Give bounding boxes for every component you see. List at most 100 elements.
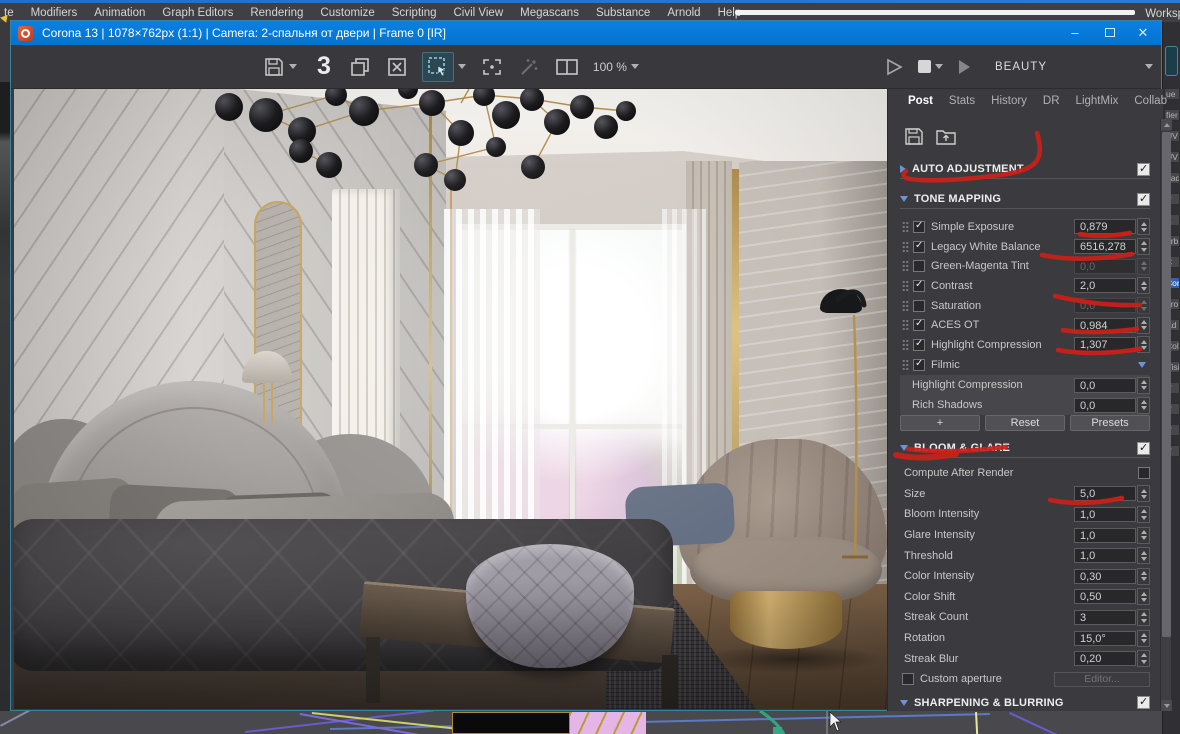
- start-render-button[interactable]: [884, 57, 904, 77]
- pixel-focus-button[interactable]: [481, 57, 503, 77]
- drag-handle-icon[interactable]: [902, 221, 909, 233]
- minimize-button[interactable]: –: [1059, 21, 1091, 45]
- value-field-saturation[interactable]: 0,0: [1074, 298, 1136, 313]
- value-field-streak-count[interactable]: 3: [1074, 610, 1136, 625]
- spinner-aces-ot[interactable]: [1137, 317, 1150, 334]
- clear-buffer-button[interactable]: [386, 57, 408, 77]
- value-field-bloom-intensity[interactable]: 1,0: [1074, 507, 1136, 522]
- spinner-simple-exposure[interactable]: [1137, 218, 1150, 235]
- expand-arrow-icon[interactable]: [900, 700, 908, 706]
- value-field-highlight-compression[interactable]: 0,0: [1074, 378, 1136, 393]
- duplicate-buffer-button[interactable]: [349, 57, 371, 77]
- spinner-glare-intensity[interactable]: [1137, 527, 1150, 544]
- pass-dropdown-caret[interactable]: [1145, 64, 1153, 69]
- value-field-highlight-compression[interactable]: 1,307: [1074, 337, 1136, 352]
- value-field-rich-shadows[interactable]: 0,0: [1074, 398, 1136, 413]
- drag-handle-icon[interactable]: [902, 241, 909, 253]
- button-presets[interactable]: Presets: [1070, 415, 1150, 431]
- expand-arrow-icon[interactable]: [900, 196, 908, 202]
- spinner-contrast[interactable]: [1137, 277, 1150, 294]
- menu-civil-view[interactable]: Civil View: [454, 7, 504, 19]
- value-field-glare-intensity[interactable]: 1,0: [1074, 528, 1136, 543]
- checkbox-highlight-compression[interactable]: [913, 339, 925, 351]
- tab-lightmix[interactable]: LightMix: [1076, 95, 1119, 107]
- save-dropdown-caret[interactable]: [289, 64, 297, 69]
- value-field-green-magenta-tint[interactable]: 0,0: [1074, 259, 1136, 274]
- render-image[interactable]: [14, 89, 887, 709]
- auto-adjust-wand-button[interactable]: [518, 57, 540, 77]
- drag-handle-icon[interactable]: [902, 260, 909, 272]
- render-region-button[interactable]: [422, 52, 454, 82]
- button-item[interactable]: +: [900, 415, 980, 431]
- checkbox-filmic[interactable]: [913, 359, 925, 371]
- spinner-color-shift[interactable]: [1137, 588, 1150, 605]
- tone-mapping-checkbox[interactable]: [1137, 193, 1150, 206]
- menu-megascans[interactable]: Megascans: [520, 7, 579, 19]
- checkbox-compute-after-render[interactable]: [1138, 467, 1150, 479]
- menu-workspaces[interactable]: Worksp: [1145, 8, 1180, 20]
- spinner-legacy-white-balance[interactable]: [1137, 238, 1150, 255]
- stop-render-button[interactable]: [918, 60, 931, 73]
- stop-dropdown-caret[interactable]: [935, 64, 943, 69]
- spinner-threshold[interactable]: [1137, 547, 1150, 564]
- maximize-button[interactable]: [1094, 21, 1126, 45]
- region-dropdown-caret[interactable]: [458, 64, 466, 69]
- spinner-color-intensity[interactable]: [1137, 568, 1150, 585]
- menu-animation[interactable]: Animation: [94, 7, 145, 19]
- panel-scrollbar[interactable]: [1160, 119, 1171, 711]
- spinner-size[interactable]: [1137, 485, 1150, 502]
- checkbox-contrast[interactable]: [913, 280, 925, 292]
- value-field-contrast[interactable]: 2,0: [1074, 278, 1136, 293]
- menu-graph-editors[interactable]: Graph Editors: [162, 7, 233, 19]
- menu-arnold[interactable]: Arnold: [667, 7, 700, 19]
- scroll-up-icon[interactable]: [1161, 119, 1172, 130]
- value-field-simple-exposure[interactable]: 0,879: [1074, 219, 1136, 234]
- menu-customize[interactable]: Customize: [320, 7, 374, 19]
- spinner-streak-blur[interactable]: [1137, 650, 1150, 667]
- value-field-legacy-white-balance[interactable]: 6516,278: [1074, 239, 1136, 254]
- value-field-streak-blur[interactable]: 0,20: [1074, 651, 1136, 666]
- value-field-color-intensity[interactable]: 0,30: [1074, 569, 1136, 584]
- spinner-green-magenta-tint[interactable]: [1137, 258, 1150, 275]
- zoom-dropdown-caret[interactable]: [631, 64, 639, 69]
- drag-handle-icon[interactable]: [902, 300, 909, 312]
- drag-handle-icon[interactable]: [902, 319, 909, 331]
- checkbox-simple-exposure[interactable]: [913, 221, 925, 233]
- menu-modifiers[interactable]: Modifiers: [31, 7, 78, 19]
- ab-compare-button[interactable]: [555, 57, 579, 77]
- value-field-threshold[interactable]: 1,0: [1074, 548, 1136, 563]
- sharpening-checkbox[interactable]: [1137, 696, 1150, 709]
- tab-dr[interactable]: DR: [1043, 95, 1060, 107]
- section-bloom-glare[interactable]: BLOOM & GLARE: [900, 439, 1150, 458]
- auto-adjustment-checkbox[interactable]: [1137, 163, 1150, 176]
- scroll-down-icon[interactable]: [1161, 700, 1172, 711]
- button-reset[interactable]: Reset: [985, 415, 1065, 431]
- spinner-streak-count[interactable]: [1137, 609, 1150, 626]
- save-settings-button[interactable]: [904, 127, 924, 146]
- vfb-title-bar[interactable]: Corona 13 | 1078×762px (1:1) | Camera: 2…: [11, 21, 1161, 45]
- checkbox-legacy-white-balance[interactable]: [913, 241, 925, 253]
- drag-handle-icon[interactable]: [902, 359, 909, 371]
- filmic-expand-icon[interactable]: [1138, 362, 1146, 368]
- resume-render-button[interactable]: [955, 58, 973, 76]
- scrollbar-thumb[interactable]: [1162, 132, 1171, 637]
- value-field-color-shift[interactable]: 0,50: [1074, 589, 1136, 604]
- drag-handle-icon[interactable]: [902, 339, 909, 351]
- checkbox-custom-aperture[interactable]: [902, 673, 914, 685]
- collapse-arrow-icon[interactable]: [900, 165, 906, 173]
- button-editor[interactable]: Editor...: [1054, 672, 1150, 687]
- checkbox-green-magenta-tint[interactable]: [913, 260, 925, 272]
- menu-substance[interactable]: Substance: [596, 7, 650, 19]
- checkbox-aces-ot[interactable]: [913, 319, 925, 331]
- value-field-size[interactable]: 5,0: [1074, 486, 1136, 501]
- load-settings-button[interactable]: [935, 127, 957, 146]
- zoom-level-label[interactable]: 100 %: [593, 60, 627, 74]
- render-element-selector[interactable]: BEAUTY: [995, 61, 1047, 73]
- tab-stats[interactable]: Stats: [949, 95, 975, 107]
- close-button[interactable]: ✕: [1127, 21, 1159, 45]
- checkbox-saturation[interactable]: [913, 300, 925, 312]
- spinner-highlight-compression[interactable]: [1137, 377, 1150, 394]
- save-image-button[interactable]: [263, 57, 297, 77]
- tab-post[interactable]: Post: [908, 95, 933, 107]
- section-tone-mapping[interactable]: TONE MAPPING: [900, 190, 1150, 209]
